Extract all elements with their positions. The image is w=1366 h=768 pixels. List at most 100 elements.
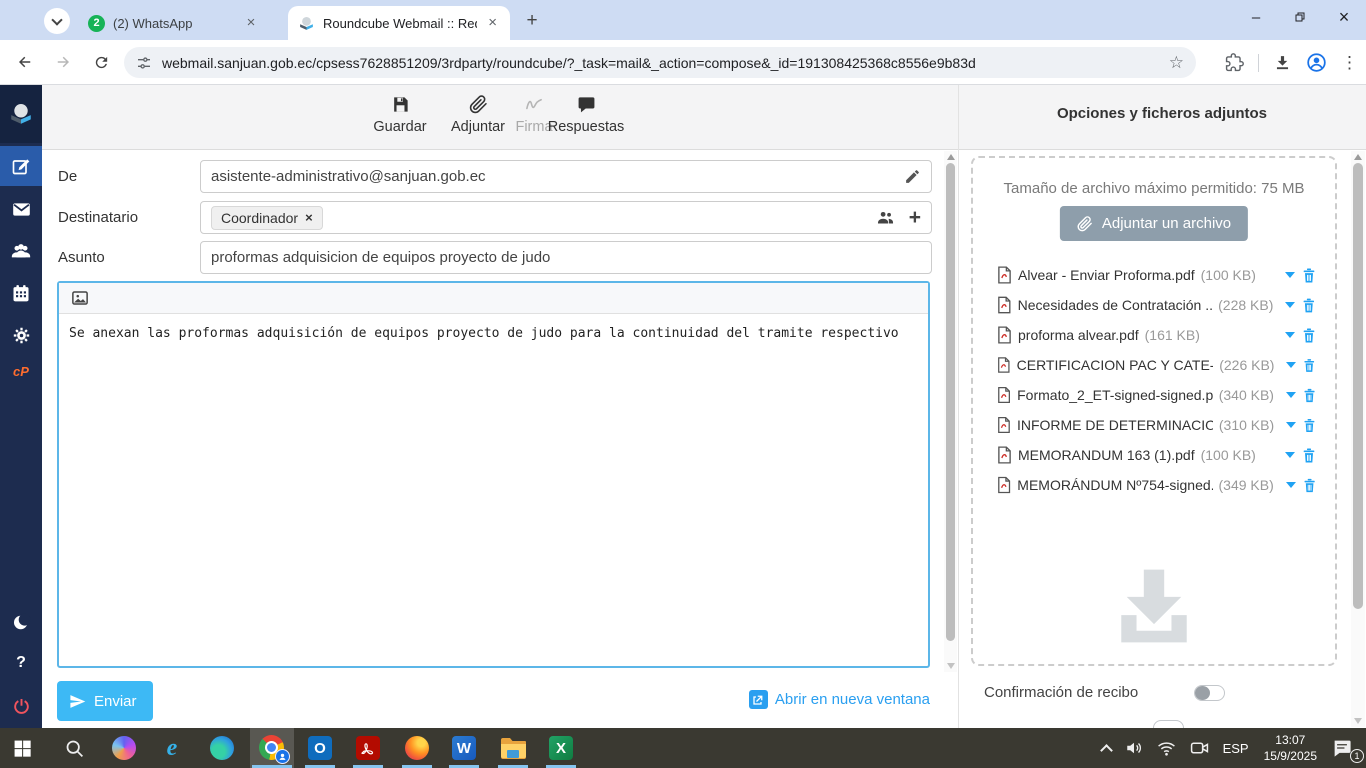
attachment-row[interactable]: MEMORANDUM 163 (1).pdf (100 KB)	[997, 440, 1317, 470]
window-close-button[interactable]: ×	[1322, 0, 1366, 34]
extensions-icon[interactable]	[1225, 53, 1244, 72]
sidebar-item-contacts[interactable]	[0, 231, 42, 271]
attachment-row[interactable]: INFORME DE DETERMINACIO... (310 KB)	[997, 410, 1317, 440]
send-button[interactable]: Enviar	[57, 681, 153, 721]
taskbar-ie-button[interactable]: e	[150, 728, 194, 768]
new-tab-button[interactable]: +	[520, 9, 544, 33]
delete-attachment-icon[interactable]	[1302, 417, 1317, 434]
sidebar-item-cpanel[interactable]: cP	[0, 351, 42, 391]
taskbar-acrobat-button[interactable]	[346, 728, 390, 768]
subject-field[interactable]: proformas adquisicion de equipos proyect…	[200, 241, 932, 274]
attachment-menu-icon[interactable]	[1285, 452, 1295, 458]
taskbar-outlook-button[interactable]: O	[298, 728, 342, 768]
attach-file-button[interactable]: Adjuntar un archivo	[1059, 206, 1249, 241]
delete-attachment-icon[interactable]	[1301, 327, 1317, 344]
attachment-menu-icon[interactable]	[1285, 482, 1296, 488]
tab-close-icon[interactable]: ×	[242, 14, 260, 32]
tray-wifi[interactable]	[1150, 728, 1183, 768]
attachment-menu-icon[interactable]	[1285, 332, 1295, 338]
taskbar-firefox-button[interactable]	[395, 728, 439, 768]
back-button[interactable]	[10, 47, 40, 77]
sidebar-item-calendar[interactable]	[0, 273, 42, 313]
tab-search-button[interactable]	[44, 8, 70, 34]
attachment-row[interactable]: Alvear - Enviar Proforma.pdf (100 KB)	[997, 260, 1317, 290]
tab-close-icon[interactable]: ×	[485, 14, 500, 32]
scrollbar-thumb[interactable]	[946, 163, 955, 641]
scroll-up-arrow[interactable]	[946, 154, 955, 160]
profile-icon[interactable]	[1306, 52, 1327, 73]
sidebar-item-settings[interactable]	[0, 315, 42, 355]
insert-image-icon[interactable]	[71, 289, 89, 307]
tab-roundcube[interactable]: Roundcube Webmail :: Redactar ×	[288, 6, 510, 40]
delete-attachment-icon[interactable]	[1301, 267, 1317, 284]
scrollbar-thumb[interactable]	[1353, 163, 1363, 609]
window-minimize-button[interactable]: –	[1234, 0, 1278, 34]
sidebar-item-mail[interactable]	[0, 189, 42, 229]
attachment-menu-icon[interactable]	[1286, 422, 1297, 428]
taskbar-excel-button[interactable]: X	[539, 728, 583, 768]
tray-clock[interactable]: 13:07 15/9/2025	[1256, 728, 1325, 768]
scroll-up-arrow[interactable]	[1353, 154, 1362, 160]
window-restore-button[interactable]	[1278, 0, 1322, 34]
delete-attachment-icon[interactable]	[1301, 447, 1317, 464]
chip-remove-icon[interactable]: ×	[305, 210, 313, 225]
url-bar[interactable]: webmail.sanjuan.gob.ec/cpsess7628851209/…	[124, 47, 1196, 78]
attachment-row[interactable]: Necesidades de Contratación ... (228 KB)	[997, 290, 1317, 320]
panel-scrollbar[interactable]	[1351, 151, 1365, 727]
compose-scrollbar[interactable]	[944, 151, 957, 672]
add-recipient-icon[interactable]: +	[909, 207, 921, 228]
attachment-row[interactable]: MEMORÁNDUM Nº754-signed... (349 KB)	[997, 470, 1317, 500]
delete-attachment-icon[interactable]	[1302, 387, 1317, 404]
sidebar-item-help[interactable]: ?	[0, 643, 42, 683]
recipient-chip[interactable]: Coordinador ×	[211, 205, 323, 230]
downloads-icon[interactable]	[1273, 53, 1292, 72]
scroll-down-arrow[interactable]	[1353, 718, 1362, 724]
taskbar-copilot-button[interactable]	[102, 728, 146, 768]
message-body[interactable]: Se anexan las proformas adquisición de e…	[59, 314, 928, 353]
attachment-menu-icon[interactable]	[1285, 392, 1296, 398]
delete-attachment-icon[interactable]	[1301, 297, 1317, 314]
tray-language[interactable]: ESP	[1216, 728, 1256, 768]
firefox-icon	[405, 736, 429, 760]
taskbar-search-button[interactable]	[52, 728, 96, 768]
forward-button[interactable]	[48, 47, 78, 77]
attachment-menu-icon[interactable]	[1285, 302, 1296, 308]
open-new-window-link[interactable]: Abrir en nueva ventana	[748, 690, 930, 709]
notification-center-button[interactable]: 1	[1325, 728, 1366, 768]
delete-attachment-icon[interactable]	[1302, 477, 1317, 494]
scroll-down-arrow[interactable]	[946, 663, 955, 669]
browser-menu-icon[interactable]: ⋮	[1341, 53, 1358, 73]
tray-expand-button[interactable]	[1095, 728, 1118, 768]
taskbar-edge-button[interactable]	[200, 728, 244, 768]
delete-attachment-icon[interactable]	[1302, 357, 1317, 374]
to-field[interactable]: Coordinador × +	[200, 201, 932, 234]
start-button[interactable]	[0, 728, 44, 768]
from-field[interactable]: asistente-administrativo@sanjuan.gob.ec	[200, 160, 932, 193]
roundcube-logo[interactable]	[0, 85, 42, 143]
tray-volume[interactable]	[1118, 728, 1150, 768]
taskbar-explorer-button[interactable]	[491, 728, 535, 768]
message-editor[interactable]: Se anexan las proformas adquisición de e…	[57, 281, 930, 668]
attachment-menu-icon[interactable]	[1285, 272, 1295, 278]
taskbar-word-button[interactable]: W	[442, 728, 486, 768]
taskbar-chrome-button[interactable]	[250, 728, 294, 768]
tab-whatsapp[interactable]: 2 (2) WhatsApp ×	[78, 6, 270, 40]
edit-pencil-icon[interactable]	[904, 168, 921, 185]
sidebar-item-darkmode[interactable]	[0, 602, 42, 642]
address-book-icon[interactable]	[876, 208, 895, 227]
attachment-dropzone[interactable]: Tamaño de archivo máximo permitido: 75 M…	[971, 156, 1337, 666]
attachment-row[interactable]: CERTIFICACION PAC Y CATE-s... (226 KB)	[997, 350, 1317, 380]
responses-button[interactable]: Respuestas	[548, 95, 624, 135]
notification-icon	[1334, 740, 1351, 757]
sidebar-item-compose[interactable]	[0, 146, 42, 186]
tray-meet-now[interactable]	[1183, 728, 1216, 768]
attachment-row[interactable]: proforma alvear.pdf (161 KB)	[997, 320, 1317, 350]
attachment-row[interactable]: Formato_2_ET-signed-signed.p... (340 KB)	[997, 380, 1317, 410]
sidebar-item-logout[interactable]	[0, 686, 42, 726]
save-button[interactable]: Guardar	[364, 95, 436, 135]
reload-button[interactable]	[86, 47, 116, 77]
attachment-menu-icon[interactable]	[1286, 362, 1297, 368]
attachment-name: Necesidades de Contratación ...	[1017, 297, 1213, 313]
bookmark-star-icon[interactable]: ☆	[1169, 53, 1184, 73]
receipt-toggle[interactable]	[1194, 684, 1226, 701]
